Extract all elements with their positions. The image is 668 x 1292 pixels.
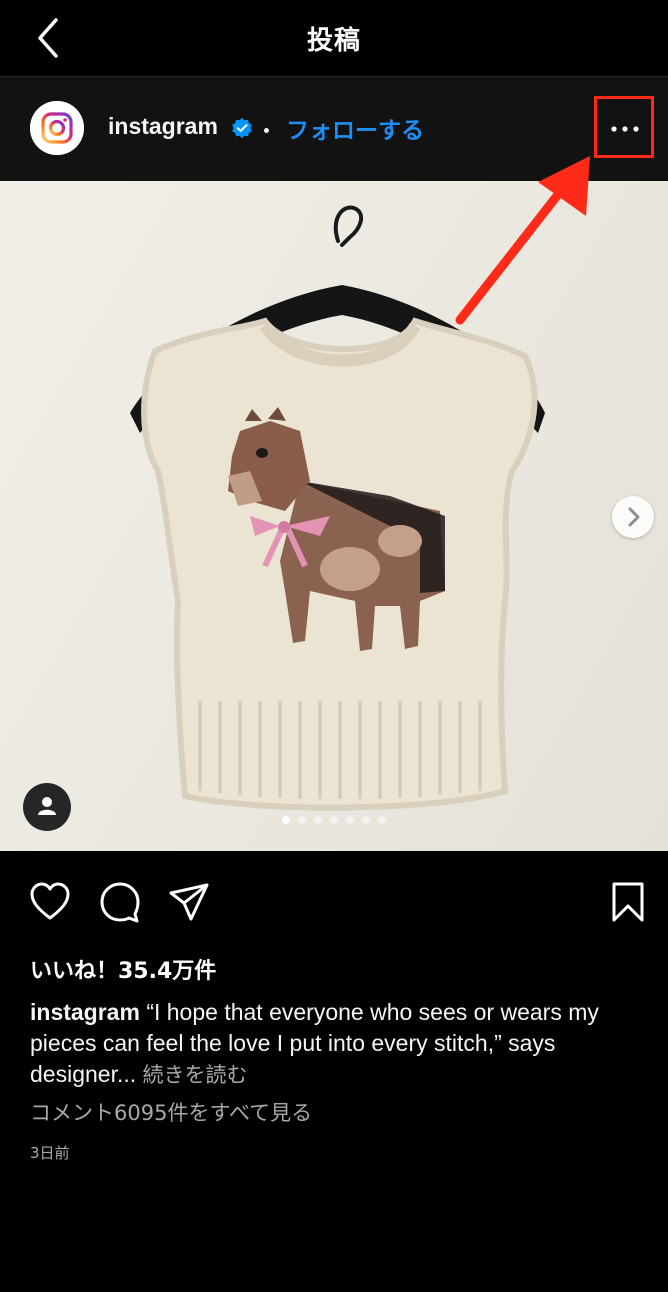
carousel-dot	[378, 816, 386, 824]
carousel-dot	[314, 816, 322, 824]
separator-dot	[264, 128, 269, 133]
carousel-dot	[298, 816, 306, 824]
top-bar: 投稿	[0, 0, 668, 77]
more-options-button[interactable]	[594, 96, 654, 158]
heart-icon	[30, 882, 70, 920]
comment-icon	[100, 882, 140, 923]
post-timestamp: 3日前	[30, 1144, 70, 1162]
carousel-indicator	[0, 816, 668, 824]
action-bar	[0, 880, 668, 930]
share-button[interactable]	[167, 880, 211, 928]
verified-badge-icon	[232, 118, 252, 138]
bookmark-icon	[612, 882, 644, 922]
follow-button[interactable]: フォローする	[286, 111, 424, 145]
page-title: 投稿	[306, 26, 361, 56]
share-icon	[169, 883, 209, 921]
carousel-dot	[330, 816, 338, 824]
next-arrow-icon	[628, 507, 640, 527]
like-button[interactable]	[28, 880, 72, 928]
avatar[interactable]	[30, 101, 84, 155]
annotation-arrow	[455, 156, 590, 325]
post-caption: instagram “I hope that everyone who sees…	[30, 997, 650, 1091]
carousel-dot	[346, 816, 354, 824]
save-button[interactable]	[606, 880, 650, 928]
more-options-icon	[611, 126, 639, 132]
instagram-logo-icon	[30, 101, 84, 155]
view-comments-link[interactable]: コメント6095件をすべて見る	[30, 1097, 312, 1127]
like-count[interactable]: いいね！35.4万件	[30, 953, 216, 985]
carousel-dot-active	[282, 816, 290, 824]
next-image-button[interactable]	[612, 496, 654, 538]
read-more-link[interactable]: 続きを読む	[143, 1063, 248, 1087]
carousel-dot	[362, 816, 370, 824]
caption-username[interactable]: instagram	[30, 999, 140, 1025]
post-username[interactable]: instagram	[108, 113, 218, 140]
comment-button[interactable]	[98, 880, 142, 928]
